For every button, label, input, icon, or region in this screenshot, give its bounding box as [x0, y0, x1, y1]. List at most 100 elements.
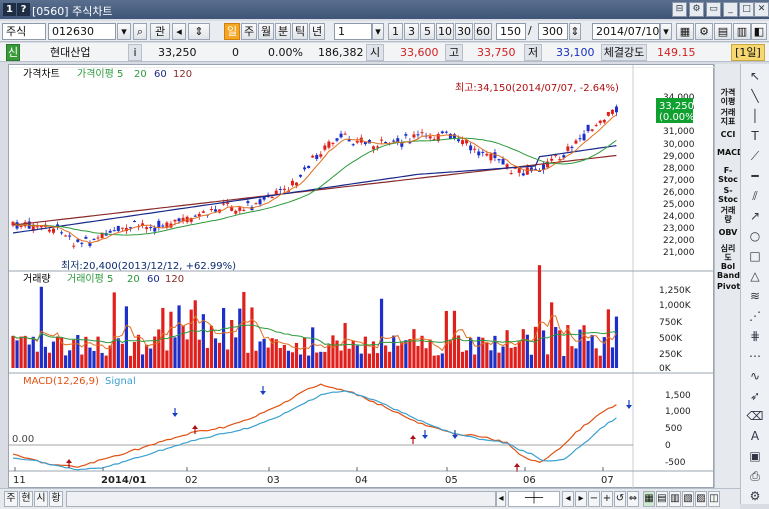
tool-a-icon[interactable]: ▦	[676, 23, 694, 40]
zoom-out-icon[interactable]: −	[588, 491, 600, 507]
minute-30-button[interactable]: 30	[455, 23, 473, 40]
save-icon[interactable]: ▣	[745, 448, 765, 465]
period-minute-button[interactable]: 분	[275, 23, 291, 40]
vertical-line-icon[interactable]: │	[745, 108, 765, 125]
indicator-cci[interactable]: CCI	[717, 130, 739, 139]
code-dropdown-icon[interactable]: ▾	[117, 23, 131, 40]
line-tool-icon[interactable]: ╲	[745, 88, 765, 105]
tab-stock[interactable]: 주	[4, 491, 18, 507]
interval-select[interactable]: 1	[334, 23, 372, 40]
minimize-icon[interactable]: _	[723, 2, 738, 17]
minute-60-button[interactable]: 60	[474, 23, 492, 40]
fit-icon[interactable]: ⇔	[627, 491, 639, 507]
horizontal-line-icon[interactable]: ━	[745, 168, 765, 185]
volume-bar	[307, 355, 311, 368]
tool-e-icon[interactable]: ◧	[751, 23, 767, 40]
text-tool-icon[interactable]: T	[745, 128, 765, 145]
indicator-volume-2[interactable]: 거래량	[717, 206, 739, 224]
copy-icon[interactable]: ▭	[706, 2, 721, 17]
settings-icon[interactable]: ⚙	[745, 488, 765, 505]
reset-icon[interactable]: ↺	[614, 491, 626, 507]
minute-10-button[interactable]: 10	[436, 23, 454, 40]
fan-icon[interactable]: ⋰	[745, 308, 765, 325]
indicator-volume[interactable]: 거래지표	[717, 108, 739, 126]
auto-icon[interactable]: A	[745, 428, 765, 445]
chart-area[interactable]: 가격차트 가격이평 5 20 60 120 34,00033,00031,000…	[8, 64, 715, 489]
period-week-button[interactable]: 주	[241, 23, 257, 40]
rectangle-icon[interactable]: □	[745, 248, 765, 265]
x-tick-label: 2014/01	[101, 475, 146, 486]
cursor-icon[interactable]: ↖	[745, 68, 765, 85]
excel-icon[interactable]: ▦	[643, 491, 655, 507]
link-icon[interactable]: ⊟	[672, 2, 687, 17]
volume-bar	[15, 340, 19, 368]
close-icon[interactable]: ✕	[754, 2, 769, 17]
indicator-pivot[interactable]: Pivot	[717, 282, 740, 291]
tool-c-icon[interactable]: ▤	[714, 23, 732, 40]
macd-panel[interactable]: MACD(12,26,9) Signal 0.00 1,500 1,000 500 0…	[9, 376, 691, 472]
indicator-bollinger[interactable]: Bol Band	[717, 262, 740, 280]
wave-icon[interactable]: ∿	[745, 368, 765, 385]
period-tick-button[interactable]: 틱	[292, 23, 308, 40]
interval-dropdown-icon[interactable]: ▾	[372, 23, 384, 40]
indicator-obv[interactable]: OBV	[717, 228, 739, 237]
gann-icon[interactable]: ⋕	[745, 328, 765, 345]
tool-b-icon[interactable]: ⚙	[695, 23, 713, 40]
scroll-prev-icon[interactable]: ◂	[562, 491, 574, 507]
period-year-button[interactable]: 년	[309, 23, 325, 40]
minute-1-button[interactable]: 1	[388, 23, 403, 40]
date-input[interactable]: 2014/07/10	[592, 23, 660, 40]
price-panel[interactable]: 가격차트 가격이평 5 20 60 120 34,00033,00031,000…	[9, 65, 715, 489]
horizontal-scrollbar[interactable]	[66, 491, 496, 507]
print-icon[interactable]: ⎙	[745, 468, 765, 485]
triangle-icon[interactable]: △	[745, 268, 765, 285]
trend-line-icon[interactable]: ⟋	[745, 148, 765, 165]
arrow-icon[interactable]: ➶	[745, 388, 765, 405]
scroll-next-icon[interactable]: ▸	[575, 491, 587, 507]
indicator-macd[interactable]: MACD	[717, 148, 744, 157]
prev-icon[interactable]: ◂	[172, 23, 186, 40]
info-icon[interactable]: i	[128, 44, 142, 61]
minute-3-button[interactable]: 3	[404, 23, 419, 40]
export-icon[interactable]: ▤	[656, 491, 668, 507]
cycle-icon[interactable]: ⋯	[745, 348, 765, 365]
zoom-slider[interactable]: ─┼─	[508, 491, 560, 507]
ray-icon[interactable]: ↗	[745, 208, 765, 225]
split-icon[interactable]: ◫	[708, 491, 720, 507]
count-input[interactable]: 150	[496, 23, 526, 40]
period-month-button[interactable]: 월	[258, 23, 274, 40]
code-input[interactable]: 012630	[48, 23, 116, 40]
tool-d-icon[interactable]: ▥	[733, 23, 751, 40]
tab-status[interactable]: 황	[49, 491, 63, 507]
circle-icon[interactable]: ○	[745, 228, 765, 245]
layout-icon[interactable]: ▨	[695, 491, 707, 507]
tab-market[interactable]: 시	[34, 491, 48, 507]
indicator-psychology[interactable]: 심리도	[717, 244, 739, 262]
range-stepper-icon[interactable]: ⇕	[569, 23, 581, 40]
help-icon[interactable]: ?	[17, 3, 30, 16]
date-dropdown-icon[interactable]: ▾	[660, 23, 672, 40]
grid-icon[interactable]: ▥	[669, 491, 681, 507]
search-icon[interactable]: ⌕	[133, 23, 147, 40]
minute-5-button[interactable]: 5	[420, 23, 435, 40]
market-select[interactable]: 주식	[2, 23, 46, 40]
indicator-price-ma[interactable]: 가격이평	[717, 88, 739, 106]
panel-icon[interactable]: ▧	[682, 491, 694, 507]
indicator-fstoc[interactable]: F-Stoc	[717, 166, 739, 184]
volume-panel[interactable]: 거래량 거래이평 5 20 60 120 1,250K 1,000K 750K 500…	[11, 265, 692, 374]
fibonacci-icon[interactable]: ≋	[745, 288, 765, 305]
indicator-sstoc[interactable]: S-Stoc	[717, 186, 739, 204]
period-day-button[interactable]: 일	[224, 23, 240, 40]
channel-icon[interactable]: ⫽	[745, 188, 765, 205]
tab-current[interactable]: 현	[19, 491, 33, 507]
range-input[interactable]: 300	[538, 23, 568, 40]
stepper-icon[interactable]: ⇕	[188, 23, 210, 40]
scroll-left-icon[interactable]: ◂	[496, 491, 506, 507]
volume-bar	[209, 325, 214, 368]
eraser-icon[interactable]: ⌫	[745, 408, 765, 425]
watch-button[interactable]: 관	[150, 23, 170, 40]
setting-icon[interactable]: ⚙	[689, 2, 704, 17]
zoom-in-icon[interactable]: +	[601, 491, 613, 507]
chart-svg[interactable]: 가격차트 가격이평 5 20 60 120 34,00033,00031,000…	[9, 65, 715, 489]
maximize-icon[interactable]: □	[739, 2, 754, 17]
